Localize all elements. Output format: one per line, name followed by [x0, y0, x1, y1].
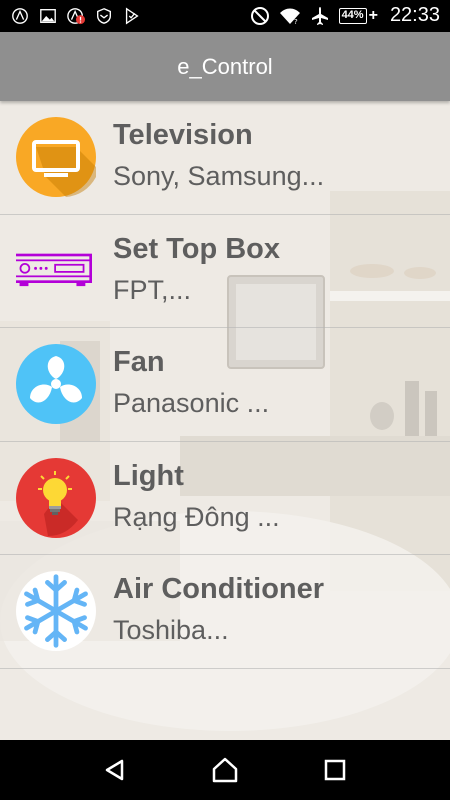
device-text: Light Rạng Đông ... [113, 456, 280, 536]
device-item-air-conditioner[interactable]: Air Conditioner Toshiba... [0, 555, 450, 669]
battery-percent: 44% [338, 7, 367, 24]
app-title: e_Control [177, 53, 273, 79]
charging-icon: + [368, 6, 378, 24]
device-item-television[interactable]: Television Sony, Samsung... [0, 101, 450, 215]
device-item-set-top-box[interactable]: Set Top Box FPT,... [0, 215, 450, 328]
television-icon [16, 117, 96, 197]
device-text: Set Top Box FPT,... [113, 229, 280, 309]
device-text: Fan Panasonic ... [113, 342, 269, 422]
check-flag-icon [125, 7, 139, 25]
device-brands: FPT,... [113, 274, 192, 305]
airplane-icon [311, 6, 328, 25]
status-bar: ? 44% + 22:33 [0, 0, 450, 32]
notification-icons [10, 7, 142, 25]
device-name: Light [113, 459, 184, 492]
system-icons: ? 44% + 22:33 [249, 4, 440, 27]
do-not-disturb-icon [250, 6, 269, 25]
battery-indicator: 44% + [338, 6, 378, 25]
back-icon[interactable] [100, 755, 130, 785]
device-list-screen[interactable]: Television Sony, Samsung... Set Top Box … [0, 101, 450, 740]
app-bar: e_Control [0, 32, 450, 101]
home-icon[interactable] [210, 755, 240, 785]
device-name: Fan [113, 346, 165, 378]
clock: 22:33 [389, 4, 440, 26]
fan-icon [16, 344, 96, 424]
image-icon [40, 9, 56, 23]
device-brands: Rạng Đông ... [113, 501, 280, 532]
device-brands: Panasonic ... [113, 388, 270, 418]
navigation-bar [0, 740, 450, 800]
set-top-box-icon [16, 231, 96, 311]
device-item-fan[interactable]: Fan Panasonic ... [0, 328, 450, 442]
wifi-icon: ? [279, 8, 300, 26]
snowflake-icon [16, 571, 96, 651]
device-name: Air Conditioner [113, 573, 325, 605]
device-list: Television Sony, Samsung... Set Top Box … [0, 101, 450, 669]
device-name: Set Top Box [113, 232, 281, 265]
svg-text:?: ? [294, 18, 298, 26]
shield-icon [97, 8, 111, 24]
device-name: Television [113, 119, 253, 151]
device-brands: Toshiba... [113, 615, 229, 645]
device-brands: Sony, Samsung... [113, 161, 325, 191]
recents-icon[interactable] [320, 755, 350, 785]
app-logo-icon [12, 8, 28, 24]
device-text: Air Conditioner Toshiba... [113, 569, 324, 649]
light-bulb-icon [16, 457, 96, 538]
device-text: Television Sony, Samsung... [113, 115, 324, 195]
alert-app-icon [67, 8, 85, 25]
device-item-light[interactable]: Light Rạng Đông ... [0, 442, 450, 555]
